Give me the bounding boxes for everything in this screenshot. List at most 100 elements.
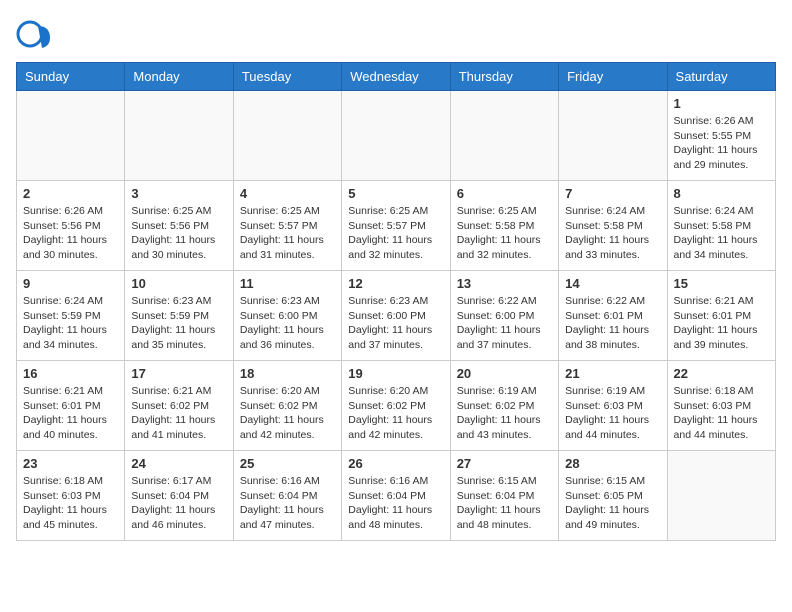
- day-info: Sunrise: 6:16 AM Sunset: 6:04 PM Dayligh…: [348, 474, 443, 533]
- day-info: Sunrise: 6:19 AM Sunset: 6:02 PM Dayligh…: [457, 384, 552, 443]
- day-number: 17: [131, 366, 226, 381]
- calendar-cell: 26 Sunrise: 6:16 AM Sunset: 6:04 PM Dayli…: [342, 451, 450, 541]
- day-number: 22: [674, 366, 769, 381]
- day-number: 6: [457, 186, 552, 201]
- calendar-cell: 24Sunrise: 6:17 AM Sunset: 6:04 PM Dayli…: [125, 451, 233, 541]
- day-info: Sunrise: 6:22 AM Sunset: 6:01 PM Dayligh…: [565, 294, 660, 353]
- calendar-cell: 6 Sunrise: 6:25 AM Sunset: 5:58 PM Daylig…: [450, 181, 558, 271]
- day-info: Sunrise: 6:25 AM Sunset: 5:57 PM Dayligh…: [348, 204, 443, 263]
- day-number: 15: [674, 276, 769, 291]
- day-info: Sunrise: 6:26 AM Sunset: 5:55 PM Dayligh…: [674, 114, 769, 173]
- day-info: Sunrise: 6:21 AM Sunset: 6:01 PM Dayligh…: [23, 384, 118, 443]
- calendar-cell: 27Sunrise: 6:15 AM Sunset: 6:04 PM Dayli…: [450, 451, 558, 541]
- day-number: 4: [240, 186, 335, 201]
- calendar-cell: 9 Sunrise: 6:24 AM Sunset: 5:59 PM Daylig…: [17, 271, 125, 361]
- day-info: Sunrise: 6:25 AM Sunset: 5:56 PM Dayligh…: [131, 204, 226, 263]
- day-info: Sunrise: 6:17 AM Sunset: 6:04 PM Dayligh…: [131, 474, 226, 533]
- calendar-cell: 18 Sunrise: 6:20 AM Sunset: 6:02 PM Dayli…: [233, 361, 341, 451]
- day-number: 1: [674, 96, 769, 111]
- calendar-week-row: 1 Sunrise: 6:26 AM Sunset: 5:55 PM Daylig…: [17, 91, 776, 181]
- weekday-header-friday: Friday: [559, 63, 667, 91]
- day-info: Sunrise: 6:23 AM Sunset: 6:00 PM Dayligh…: [348, 294, 443, 353]
- calendar-week-row: 16 Sunrise: 6:21 AM Sunset: 6:01 PM Dayli…: [17, 361, 776, 451]
- day-number: 14: [565, 276, 660, 291]
- day-info: Sunrise: 6:26 AM Sunset: 5:56 PM Dayligh…: [23, 204, 118, 263]
- day-info: Sunrise: 6:21 AM Sunset: 6:01 PM Dayligh…: [674, 294, 769, 353]
- calendar-cell: 25 Sunrise: 6:16 AM Sunset: 6:04 PM Dayli…: [233, 451, 341, 541]
- calendar-cell: 17 Sunrise: 6:21 AM Sunset: 6:02 PM Dayli…: [125, 361, 233, 451]
- day-number: 28: [565, 456, 660, 471]
- weekday-header-saturday: Saturday: [667, 63, 775, 91]
- calendar-week-row: 2 Sunrise: 6:26 AM Sunset: 5:56 PM Daylig…: [17, 181, 776, 271]
- day-number: 9: [23, 276, 118, 291]
- calendar-cell: 20 Sunrise: 6:19 AM Sunset: 6:02 PM Dayli…: [450, 361, 558, 451]
- calendar-cell: 16 Sunrise: 6:21 AM Sunset: 6:01 PM Dayli…: [17, 361, 125, 451]
- calendar-cell: 1 Sunrise: 6:26 AM Sunset: 5:55 PM Daylig…: [667, 91, 775, 181]
- day-number: 21: [565, 366, 660, 381]
- calendar-cell: [125, 91, 233, 181]
- calendar-cell: 10 Sunrise: 6:23 AM Sunset: 5:59 PM Dayli…: [125, 271, 233, 361]
- day-info: Sunrise: 6:22 AM Sunset: 6:00 PM Dayligh…: [457, 294, 552, 353]
- calendar-cell: 28Sunrise: 6:15 AM Sunset: 6:05 PM Dayli…: [559, 451, 667, 541]
- day-number: 26: [348, 456, 443, 471]
- calendar-cell: 12 Sunrise: 6:23 AM Sunset: 6:00 PM Dayli…: [342, 271, 450, 361]
- calendar-cell: [559, 91, 667, 181]
- weekday-header-wednesday: Wednesday: [342, 63, 450, 91]
- day-number: 16: [23, 366, 118, 381]
- calendar-cell: 13 Sunrise: 6:22 AM Sunset: 6:00 PM Dayli…: [450, 271, 558, 361]
- weekday-header-monday: Monday: [125, 63, 233, 91]
- page-header: [16, 16, 776, 52]
- calendar-cell: 19Sunrise: 6:20 AM Sunset: 6:02 PM Dayli…: [342, 361, 450, 451]
- day-number: 10: [131, 276, 226, 291]
- day-info: Sunrise: 6:18 AM Sunset: 6:03 PM Dayligh…: [23, 474, 118, 533]
- day-number: 2: [23, 186, 118, 201]
- calendar-cell: [17, 91, 125, 181]
- day-info: Sunrise: 6:18 AM Sunset: 6:03 PM Dayligh…: [674, 384, 769, 443]
- day-number: 7: [565, 186, 660, 201]
- calendar-cell: 7 Sunrise: 6:24 AM Sunset: 5:58 PM Daylig…: [559, 181, 667, 271]
- logo: [16, 16, 56, 52]
- day-info: Sunrise: 6:24 AM Sunset: 5:58 PM Dayligh…: [565, 204, 660, 263]
- day-info: Sunrise: 6:24 AM Sunset: 5:58 PM Dayligh…: [674, 204, 769, 263]
- day-info: Sunrise: 6:23 AM Sunset: 6:00 PM Dayligh…: [240, 294, 335, 353]
- calendar-cell: 4 Sunrise: 6:25 AM Sunset: 5:57 PM Daylig…: [233, 181, 341, 271]
- weekday-header-thursday: Thursday: [450, 63, 558, 91]
- day-info: Sunrise: 6:20 AM Sunset: 6:02 PM Dayligh…: [348, 384, 443, 443]
- calendar-cell: [450, 91, 558, 181]
- weekday-header-sunday: Sunday: [17, 63, 125, 91]
- day-number: 3: [131, 186, 226, 201]
- day-info: Sunrise: 6:16 AM Sunset: 6:04 PM Dayligh…: [240, 474, 335, 533]
- calendar-week-row: 9 Sunrise: 6:24 AM Sunset: 5:59 PM Daylig…: [17, 271, 776, 361]
- weekday-header-tuesday: Tuesday: [233, 63, 341, 91]
- logo-icon: [16, 16, 52, 52]
- calendar-cell: 23 Sunrise: 6:18 AM Sunset: 6:03 PM Dayli…: [17, 451, 125, 541]
- calendar-table: SundayMondayTuesdayWednesdayThursdayFrid…: [16, 62, 776, 541]
- calendar-week-row: 23 Sunrise: 6:18 AM Sunset: 6:03 PM Dayli…: [17, 451, 776, 541]
- day-number: 18: [240, 366, 335, 381]
- day-info: Sunrise: 6:25 AM Sunset: 5:57 PM Dayligh…: [240, 204, 335, 263]
- day-number: 23: [23, 456, 118, 471]
- calendar-cell: [233, 91, 341, 181]
- day-number: 13: [457, 276, 552, 291]
- calendar-cell: 5Sunrise: 6:25 AM Sunset: 5:57 PM Daylig…: [342, 181, 450, 271]
- calendar-cell: 22 Sunrise: 6:18 AM Sunset: 6:03 PM Dayli…: [667, 361, 775, 451]
- day-number: 12: [348, 276, 443, 291]
- calendar-cell: 11Sunrise: 6:23 AM Sunset: 6:00 PM Dayli…: [233, 271, 341, 361]
- calendar-cell: [342, 91, 450, 181]
- calendar-cell: 8Sunrise: 6:24 AM Sunset: 5:58 PM Daylig…: [667, 181, 775, 271]
- day-info: Sunrise: 6:24 AM Sunset: 5:59 PM Dayligh…: [23, 294, 118, 353]
- calendar-cell: 21 Sunrise: 6:19 AM Sunset: 6:03 PM Dayli…: [559, 361, 667, 451]
- calendar-cell: [667, 451, 775, 541]
- calendar-cell: 14 Sunrise: 6:22 AM Sunset: 6:01 PM Dayli…: [559, 271, 667, 361]
- day-number: 25: [240, 456, 335, 471]
- day-info: Sunrise: 6:25 AM Sunset: 5:58 PM Dayligh…: [457, 204, 552, 263]
- day-info: Sunrise: 6:23 AM Sunset: 5:59 PM Dayligh…: [131, 294, 226, 353]
- day-number: 20: [457, 366, 552, 381]
- calendar-cell: 2 Sunrise: 6:26 AM Sunset: 5:56 PM Daylig…: [17, 181, 125, 271]
- calendar-cell: 3 Sunrise: 6:25 AM Sunset: 5:56 PM Daylig…: [125, 181, 233, 271]
- day-info: Sunrise: 6:21 AM Sunset: 6:02 PM Dayligh…: [131, 384, 226, 443]
- calendar-cell: 15 Sunrise: 6:21 AM Sunset: 6:01 PM Dayli…: [667, 271, 775, 361]
- day-info: Sunrise: 6:15 AM Sunset: 6:04 PM Dayligh…: [457, 474, 552, 533]
- day-info: Sunrise: 6:19 AM Sunset: 6:03 PM Dayligh…: [565, 384, 660, 443]
- day-info: Sunrise: 6:20 AM Sunset: 6:02 PM Dayligh…: [240, 384, 335, 443]
